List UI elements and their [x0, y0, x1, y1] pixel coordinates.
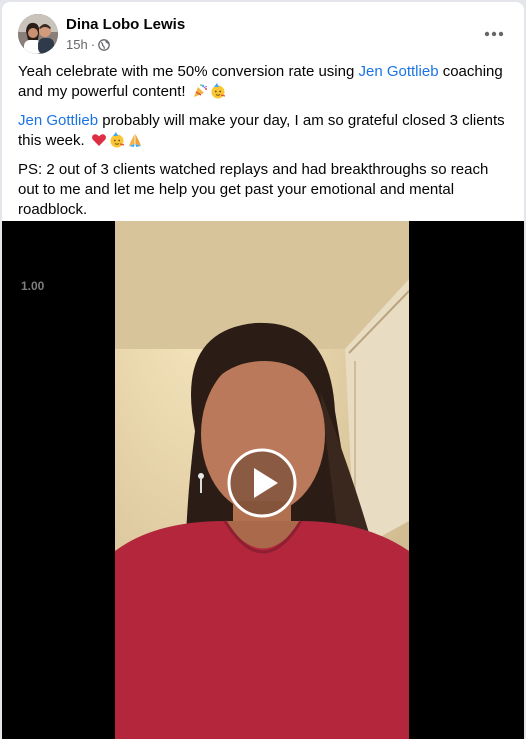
post-paragraph-1: Yeah celebrate with me 50% conversion ra…: [18, 62, 510, 102]
author-name[interactable]: Dina Lobo Lewis: [66, 16, 185, 33]
post-text: Yeah celebrate with me 50% conversion ra…: [18, 62, 510, 229]
party-popper-emoji: [192, 83, 208, 99]
partying-face-emoji: [210, 83, 226, 99]
post-paragraph-3: PS: 2 out of 3 clients watched replays a…: [18, 161, 489, 218]
avatar[interactable]: [18, 14, 58, 54]
text-segment: Yeah celebrate with me 50% conversion ra…: [18, 63, 359, 80]
more-options-icon[interactable]: [478, 18, 510, 50]
mention-link-jen-gottlieb[interactable]: Jen Gottlieb: [358, 63, 438, 80]
folded-hands-emoji: [127, 132, 143, 148]
meta-separator: ·: [90, 37, 96, 52]
mention-link-jen-gottlieb[interactable]: Jen Gottlieb: [18, 112, 98, 129]
post-card: Dina Lobo Lewis 15h · Yeah celebrate wit…: [2, 2, 524, 739]
post-meta: 15h ·: [66, 37, 110, 52]
playback-speed-label: 1.00: [21, 279, 45, 293]
video-player[interactable]: 1.00: [2, 221, 524, 739]
post-header: Dina Lobo Lewis 15h ·: [2, 2, 524, 62]
partying-face-emoji: [109, 132, 125, 148]
play-icon[interactable]: [227, 448, 297, 518]
red-heart-emoji: [91, 132, 107, 148]
post-paragraph-2: Jen Gottlieb probably will make your day…: [18, 111, 510, 151]
globe-icon[interactable]: [98, 38, 110, 51]
post-timestamp[interactable]: 15h: [66, 37, 88, 52]
